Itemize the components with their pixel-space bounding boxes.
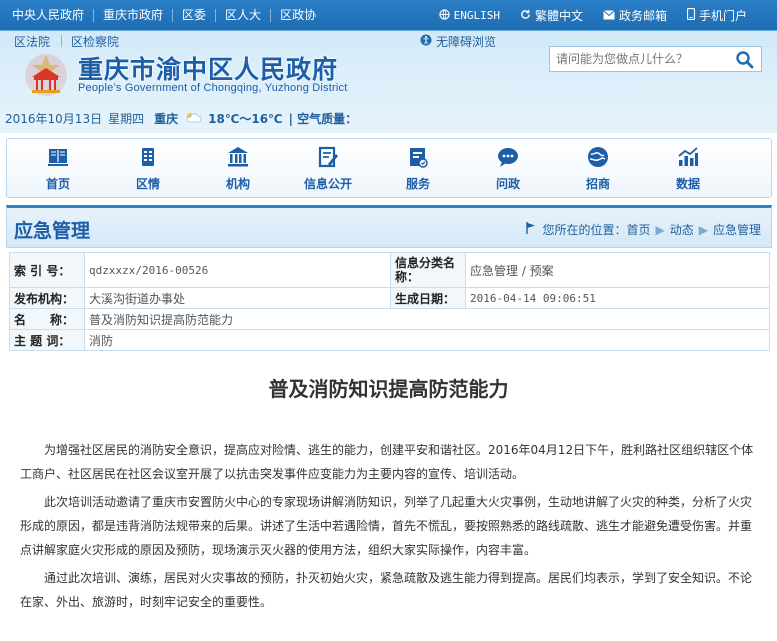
- top-tools: ENGLISH 繁體中文 政务邮箱 手机门户: [419, 0, 747, 31]
- mobile-portal-label: 手机门户: [698, 9, 747, 23]
- chevron-right-icon: ▶: [698, 222, 708, 237]
- breadcrumb: 您所在的位置： 首页 ▶ 动态 ▶ 应急管理: [526, 221, 761, 238]
- invest-icon: [586, 145, 610, 169]
- article-paragraph: 为增强社区居民的消防安全意识，提高应对险情、逃生的能力，创建平安和谐社区。201…: [20, 443, 754, 481]
- main-nav: 首页 区情 机构 信息公开 服务 问政 招商 数据: [6, 138, 772, 198]
- date-key: 生成日期：: [390, 287, 466, 309]
- article-paragraph: 通过此次培训、演练，居民对火灾事故的预防，扑灭初始火灾，紧急疏散及逃生能力得到提…: [20, 571, 753, 609]
- breadcrumb-home[interactable]: 首页: [626, 221, 650, 238]
- topic-value: 消防: [84, 329, 770, 351]
- link-chongqing-government[interactable]: 重庆市政府: [94, 9, 174, 22]
- site-title[interactable]: 重庆市渝中区人民政府: [78, 50, 338, 86]
- name-key: 名 称：: [9, 308, 85, 330]
- city-text: 重庆: [154, 112, 179, 126]
- search-box: [549, 46, 762, 72]
- category-key: 信息分类名称：: [390, 252, 466, 288]
- document-info-table: 索 引 号： qdzxxzx/2016-00526 信息分类名称： 应急管理 /…: [9, 252, 770, 351]
- english-label: ENGLISH: [453, 9, 500, 22]
- nav-item-home[interactable]: 首页: [13, 145, 103, 193]
- name-value: 普及消防知识提高防范能力: [84, 308, 770, 330]
- phone-icon: [686, 7, 696, 23]
- top-bar: 中央人民政府 重庆市政府 区委 区人大 区政协 ENGLISH 繁體中文 政务邮…: [0, 0, 777, 31]
- weekday-text: 星期四: [108, 112, 145, 126]
- date-weather-bar: 2016年10月13日 星期四 重庆 18℃～16℃ | 空气质量：: [5, 110, 363, 127]
- breadcrumb-emergency[interactable]: 应急管理: [713, 221, 761, 238]
- document-icon: [316, 145, 340, 169]
- table-row: 主 题 词： 消防: [9, 329, 770, 351]
- site-header: 中央人民政府 重庆市政府 区委 区人大 区政协 ENGLISH 繁體中文 政务邮…: [0, 0, 777, 133]
- data-icon: [676, 145, 700, 169]
- org-value: 大溪沟街道办事处: [84, 287, 391, 309]
- nav-item-data[interactable]: 数据: [643, 145, 733, 193]
- temperature-text: 18℃～16℃: [208, 112, 283, 126]
- globe-icon: [438, 8, 450, 23]
- article-body: 为增强社区居民的消防安全意识，提高应对险情、逃生的能力，创建平安和谐社区。201…: [20, 438, 760, 618]
- table-row: 索 引 号： qdzxxzx/2016-00526 信息分类名称： 应急管理 /…: [9, 252, 770, 288]
- mail-icon: [603, 9, 615, 23]
- table-row: 发布机构： 大溪沟街道办事处 生成日期： 2016-04-14 09:06:51: [9, 287, 770, 309]
- nav-label: 首页: [45, 177, 70, 191]
- nav-label: 信息公开: [303, 177, 352, 191]
- nav-label: 服务: [405, 177, 430, 191]
- nav-item-services[interactable]: 服务: [373, 145, 463, 193]
- nav-label: 数据: [675, 177, 700, 191]
- index-key: 索 引 号：: [9, 252, 85, 288]
- government-mail-link[interactable]: 政务邮箱: [603, 7, 667, 24]
- link-district-cppcc[interactable]: 区政协: [271, 9, 325, 22]
- traditional-chinese-link[interactable]: 繁體中文: [520, 7, 583, 24]
- divider: [61, 35, 62, 47]
- nav-item-district[interactable]: 区情: [103, 145, 193, 193]
- flag-icon: [526, 222, 536, 237]
- nav-label: 区情: [135, 177, 160, 191]
- breadcrumb-prefix: 您所在的位置：: [542, 223, 627, 237]
- english-link[interactable]: ENGLISH: [438, 8, 500, 23]
- org-key: 发布机构：: [9, 287, 85, 309]
- chat-icon: [496, 145, 520, 169]
- date-value: 2016-04-14 09:06:51: [465, 287, 770, 309]
- section-title: 应急管理: [14, 220, 91, 242]
- link-district-congress[interactable]: 区人大: [216, 9, 272, 22]
- home-icon: [46, 145, 70, 169]
- link-district-procuratorate[interactable]: 区检察院: [71, 33, 119, 50]
- government-mail-label: 政务邮箱: [618, 9, 667, 23]
- category-value: 应急管理 / 预案: [465, 252, 770, 288]
- accessibility-link[interactable]: 无障碍浏览: [420, 33, 496, 50]
- mobile-portal-link[interactable]: 手机门户: [686, 7, 747, 24]
- index-value: qdzxxzx/2016-00526: [84, 252, 391, 288]
- accessibility-label: 无障碍浏览: [436, 35, 497, 49]
- accessibility-icon: [420, 34, 432, 49]
- table-row: 名 称： 普及消防知识提高防范能力: [9, 308, 770, 330]
- nav-item-investment[interactable]: 招商: [553, 145, 643, 193]
- article-paragraph: 此次培训活动邀请了重庆市安置防火中心的专家现场讲解消防知识，列举了几起重大火灾事…: [20, 495, 753, 557]
- nav-item-institutions[interactable]: 机构: [193, 145, 283, 193]
- link-district-court[interactable]: 区法院: [14, 33, 50, 50]
- breadcrumb-news[interactable]: 动态: [670, 221, 694, 238]
- date-text: 2016年10月13日: [5, 112, 103, 126]
- district-icon: [136, 145, 160, 169]
- refresh-icon: [520, 9, 531, 23]
- article-title: 普及消防知识提高防范能力: [268, 377, 509, 401]
- topic-key: 主 题 词：: [9, 329, 85, 351]
- traditional-chinese-label: 繁體中文: [534, 9, 583, 23]
- cloudy-weather-icon: [184, 111, 202, 126]
- link-district-committee[interactable]: 区委: [173, 9, 217, 22]
- section-header: 应急管理 您所在的位置： 首页 ▶ 动态 ▶ 应急管理: [6, 205, 772, 248]
- institution-icon: [226, 145, 250, 169]
- search-input[interactable]: [556, 48, 732, 70]
- nav-label: 问政: [495, 177, 520, 191]
- link-central-government[interactable]: 中央人民政府: [4, 9, 95, 22]
- chevron-right-icon: ▶: [655, 222, 665, 237]
- nav-label: 招商: [585, 177, 610, 191]
- service-icon: [406, 145, 430, 169]
- top-links: 中央人民政府 重庆市政府 区委 区人大 区政协: [4, 0, 325, 31]
- air-quality-text: | 空气质量：: [288, 112, 358, 126]
- site-subtitle: People’s Government of Chongqing, Yuzhon…: [78, 82, 348, 94]
- nav-item-information-disclosure[interactable]: 信息公开: [283, 145, 373, 193]
- search-icon[interactable]: [735, 50, 755, 70]
- nav-label: 机构: [225, 177, 250, 191]
- government-emblem-logo[interactable]: [20, 51, 72, 99]
- nav-item-inquiry[interactable]: 问政: [463, 145, 553, 193]
